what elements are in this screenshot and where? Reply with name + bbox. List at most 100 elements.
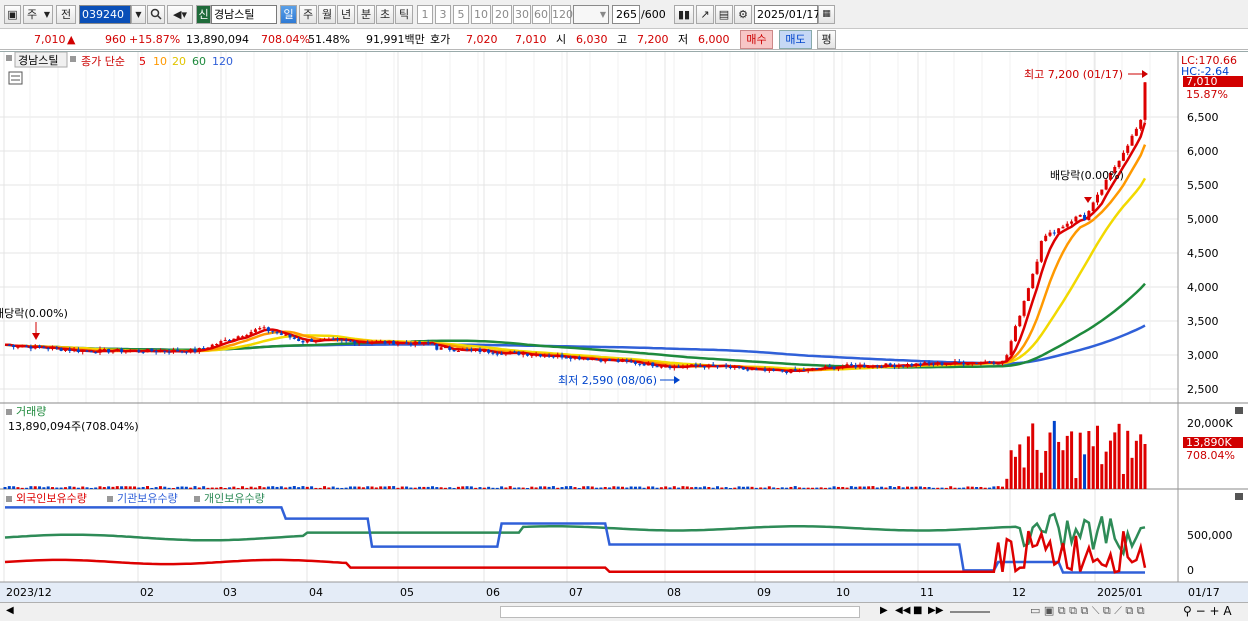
legend-institution: 기관보유수량	[117, 492, 178, 505]
ma60-label: 60	[192, 55, 206, 68]
eval-button[interactable]: 평	[817, 30, 836, 49]
interval-1[interactable]: 1	[417, 5, 433, 24]
period-week[interactable]: 주	[299, 5, 317, 24]
ma5-label: 5	[139, 55, 146, 68]
volume-menu-icon[interactable]	[6, 409, 12, 415]
stock-code-input[interactable]: 039240	[79, 5, 131, 24]
interval-3[interactable]: 3	[435, 5, 451, 24]
panel-menu-icon[interactable]	[6, 55, 12, 61]
volume-tag-pct: 708.04%	[1186, 449, 1235, 462]
candle-type-icon[interactable]: ▮▮	[674, 5, 694, 24]
new-badge: 신	[196, 5, 211, 24]
period-tick[interactable]: 틱	[395, 5, 413, 24]
prev-button[interactable]: 전	[56, 5, 76, 24]
calendar-icon[interactable]: ▦	[818, 5, 835, 24]
search-icon[interactable]	[147, 5, 165, 24]
date-tick: 06	[486, 586, 500, 599]
main-toolbar: ▣ 주 ▼ 전 039240 ▼ ◀▾ 신 경남스틸 일 주 월 년 분 초 틱 …	[0, 0, 1248, 29]
scroll-thumb[interactable]	[500, 606, 860, 618]
volume-value: 13,890,094주(708.04%)	[8, 420, 139, 433]
interval-120[interactable]: 120	[551, 5, 573, 24]
period-year[interactable]: 년	[337, 5, 355, 24]
price-tick: 6,000	[1187, 145, 1219, 158]
dividend-note-left: 배당락(0.00%)	[0, 307, 68, 320]
holding-close-icon[interactable]	[1235, 493, 1243, 500]
date-tick: 08	[667, 586, 681, 599]
scroll-right-icon[interactable]: ▶	[880, 605, 888, 616]
price-tick: 6,500	[1187, 111, 1219, 124]
market-type-select[interactable]: 주 ▼	[23, 5, 53, 24]
speaker-icon[interactable]: ◀▾	[167, 5, 193, 24]
period-minute[interactable]: 분	[357, 5, 375, 24]
zoom-slider[interactable]	[950, 611, 990, 613]
ma120-label: 120	[212, 55, 233, 68]
interval-60[interactable]: 60	[532, 5, 550, 24]
forward-icon[interactable]: ▶▶	[928, 605, 943, 616]
holding-menu-icon[interactable]	[6, 496, 12, 502]
ma-label: 종가 단순	[81, 55, 125, 68]
volume-close-icon[interactable]	[1235, 407, 1243, 414]
turnover: 51.48%	[308, 33, 350, 46]
code-dropdown-icon[interactable]: ▼	[131, 5, 146, 24]
date-tick: 10	[836, 586, 850, 599]
rewind-icon[interactable]: ◀◀	[895, 605, 910, 616]
date-tick: 05	[400, 586, 414, 599]
trade-amount: 91,991백만	[366, 33, 425, 46]
open-price: 6,030	[576, 33, 608, 46]
window-menu-icon[interactable]: ▣	[4, 5, 21, 24]
date-tick: 2023/12	[6, 586, 52, 599]
interval-20[interactable]: 20	[492, 5, 512, 24]
period-month[interactable]: 월	[318, 5, 336, 24]
stock-name-field[interactable]: 경남스틸	[211, 5, 277, 24]
legend-individual: 개인보유수량	[204, 492, 265, 505]
period-day[interactable]: 일	[280, 5, 297, 24]
zoom-out-icon[interactable]: ⚲ − + A	[1183, 604, 1232, 618]
sell-button[interactable]: 매도	[779, 30, 812, 49]
up-arrow-icon: ▲	[67, 33, 76, 46]
count-input[interactable]: 265	[612, 5, 640, 24]
interval-5[interactable]: 5	[453, 5, 469, 24]
chart-canvas[interactable]: 6,500 6,000 5,500 5,000 4,500 4,000 3,500 3,000…	[0, 51, 1248, 603]
market-type-label: 주	[27, 8, 38, 21]
date-tick: 2025/01	[1097, 586, 1143, 599]
price-axis: 6,500 6,000 5,500 5,000 4,500 4,000 3,500 3,000…	[1187, 111, 1219, 396]
date-input[interactable]: 2025/01/17	[754, 5, 820, 24]
legend-sep2-icon	[194, 496, 200, 502]
date-tick: 09	[757, 586, 771, 599]
ma-menu-icon[interactable]	[70, 56, 76, 62]
date-tick: 01/17	[1188, 586, 1220, 599]
chart-area[interactable]: 6,500 6,000 5,500 5,000 4,500 4,000 3,500 3,000…	[0, 51, 1248, 603]
ma10-label: 10	[153, 55, 167, 68]
save-icon[interactable]: ▤	[715, 5, 733, 24]
price-tick: 5,000	[1187, 213, 1219, 226]
scroll-bar[interactable]: ◀ ▶ ◀◀ ■ ▶▶ ▭ ▣ ⧉ ⧉ ⧉ ⟍ ⧉ ⟋ ⧉ ⧉ ⚲ − + A	[0, 602, 1248, 621]
date-tick: 11	[920, 586, 934, 599]
scroll-left-icon[interactable]: ◀	[6, 605, 14, 616]
view-icons[interactable]: ▭ ▣ ⧉ ⧉ ⧉ ⟍ ⧉ ⟋ ⧉ ⧉	[1030, 604, 1145, 618]
gear-icon[interactable]: ⚙	[734, 5, 752, 24]
date-tick: 03	[223, 586, 237, 599]
draw-tool-icon[interactable]: ↗	[696, 5, 714, 24]
volume-tag-value: 13,890K	[1186, 436, 1232, 449]
volume-bars	[3, 420, 1147, 489]
date-tick: 04	[309, 586, 323, 599]
low-price: 6,000	[698, 33, 730, 46]
buy-button[interactable]: 매수	[740, 30, 773, 49]
interval-30[interactable]: 30	[513, 5, 531, 24]
count-total: /600	[641, 8, 666, 21]
stock-label: 경남스틸	[18, 54, 58, 67]
volume-ratio: 708.04%	[261, 33, 310, 46]
price-change-pct: +15.87%	[129, 33, 181, 46]
quote-bar: 7,010 ▲ 960 +15.87% 13,890,094 708.04% 5…	[0, 29, 1248, 50]
custom-interval-select[interactable]: ▼	[573, 5, 609, 24]
calculator-icon[interactable]	[8, 71, 23, 85]
ma20-label: 20	[172, 55, 186, 68]
period-second[interactable]: 초	[376, 5, 394, 24]
price-tag-pct: 15.87%	[1186, 88, 1228, 101]
date-tick: 07	[569, 586, 583, 599]
high-price: 7,200	[637, 33, 669, 46]
interval-10[interactable]: 10	[471, 5, 491, 24]
holding-tick-0: 0	[1187, 564, 1194, 577]
stop-icon[interactable]: ■	[913, 605, 922, 616]
bid-price: 7,010	[515, 33, 547, 46]
